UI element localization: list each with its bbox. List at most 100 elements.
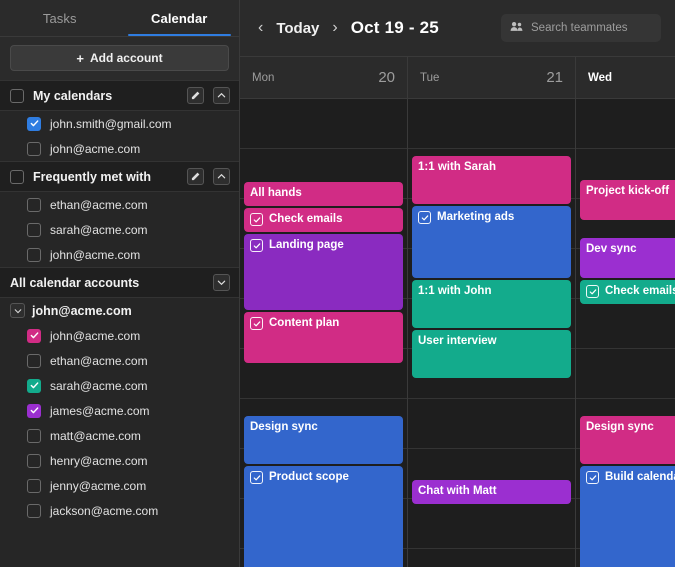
chevron-up-icon[interactable]: [213, 168, 230, 185]
account-checkbox[interactable]: [27, 197, 41, 212]
chevron-down-icon[interactable]: [213, 274, 230, 291]
day-column-wed: Wed Project kick-off Dev sync Check emai…: [576, 57, 675, 567]
calendar-event[interactable]: Dev sync: [580, 238, 675, 278]
account-checkbox[interactable]: [27, 353, 41, 368]
day-body-wed[interactable]: Project kick-off Dev sync Check emails D…: [576, 99, 675, 567]
chevron-down-icon[interactable]: [10, 303, 25, 318]
calendar-event[interactable]: Check emails: [244, 208, 403, 232]
calendar-event[interactable]: Product scope: [244, 466, 403, 567]
task-checkbox-icon[interactable]: [250, 239, 263, 252]
sidebar-account-james-acme[interactable]: james@acme.com: [0, 398, 239, 423]
calendar-event[interactable]: User interview: [412, 330, 571, 378]
account-checkbox[interactable]: [27, 403, 41, 418]
task-checkbox-icon[interactable]: [418, 211, 431, 224]
day-name: Mon: [252, 71, 275, 84]
calendar-event[interactable]: Build calendar feature: [580, 466, 675, 567]
calendar-event[interactable]: Marketing ads: [412, 206, 571, 278]
edit-pencil-icon[interactable]: [187, 87, 204, 104]
add-account-label: Add account: [89, 51, 163, 65]
account-checkbox[interactable]: [27, 116, 41, 131]
sidebar-account-john-acme[interactable]: john@acme.com: [0, 323, 239, 348]
edit-pencil-icon[interactable]: [187, 168, 204, 185]
group-title-my-calendars: My calendars: [33, 88, 113, 103]
sidebar-account-matt-acme[interactable]: matt@acme.com: [0, 423, 239, 448]
grid-line: [408, 448, 575, 449]
calendar-event[interactable]: Check emails: [580, 280, 675, 304]
group-checkbox-frequently-met-with[interactable]: [10, 169, 24, 184]
account-label: james@acme.com: [50, 403, 150, 418]
sidebar-account-henry-acme[interactable]: henry@acme.com: [0, 448, 239, 473]
task-checkbox-icon[interactable]: [586, 471, 599, 484]
account-checkbox[interactable]: [27, 378, 41, 393]
sidebar-account-john-freq[interactable]: john@acme.com: [0, 242, 239, 267]
sidebar-account-ethan-acme[interactable]: ethan@acme.com: [0, 348, 239, 373]
account-label: jackson@acme.com: [50, 503, 159, 518]
calendar-event[interactable]: Design sync: [580, 416, 675, 464]
grid-line: [576, 398, 675, 399]
account-checkbox[interactable]: [27, 247, 41, 262]
day-header-tue[interactable]: Tue 21: [408, 57, 575, 99]
event-title: Build calendar feature: [605, 471, 675, 483]
account-label: john@acme.com: [50, 247, 141, 262]
calendar-panel: ‹ Today › Oct 19 - 25 Search teammates M…: [240, 0, 675, 567]
account-checkbox[interactable]: [27, 222, 41, 237]
task-checkbox-icon[interactable]: [250, 471, 263, 484]
calendar-event[interactable]: Design sync: [244, 416, 403, 464]
chevron-up-icon[interactable]: [213, 87, 230, 104]
calendar-event[interactable]: All hands: [244, 182, 403, 206]
prev-week-button[interactable]: ‹: [258, 20, 263, 36]
group-title-frequently-met-with: Frequently met with: [33, 169, 152, 184]
calendar-event[interactable]: Landing page: [244, 234, 403, 310]
account-checkbox[interactable]: [27, 503, 41, 518]
day-header-mon[interactable]: Mon 20: [240, 57, 407, 99]
day-column-mon: Mon 20 All hands Check emails Landing pa…: [240, 57, 408, 567]
task-checkbox-icon[interactable]: [250, 317, 263, 330]
tab-tasks[interactable]: Tasks: [0, 0, 120, 36]
search-teammates-input[interactable]: Search teammates: [501, 14, 661, 42]
calendar-event[interactable]: Content plan: [244, 312, 403, 363]
calendar-event[interactable]: Chat with Matt: [412, 480, 571, 504]
add-account-button[interactable]: + Add account: [10, 45, 229, 71]
day-header-wed[interactable]: Wed: [576, 57, 675, 99]
account-checkbox[interactable]: [27, 428, 41, 443]
people-icon: [510, 19, 523, 37]
sidebar-account-sarah-freq[interactable]: sarah@acme.com: [0, 217, 239, 242]
today-button[interactable]: Today: [276, 20, 319, 37]
task-checkbox-icon[interactable]: [586, 285, 599, 298]
grid-line: [576, 348, 675, 349]
sidebar-list[interactable]: My calendars john.smith@gmail.com john@a…: [0, 80, 239, 567]
tab-calendar-label: Calendar: [151, 10, 208, 26]
sidebar-account-jackson-acme[interactable]: jackson@acme.com: [0, 498, 239, 523]
day-body-mon[interactable]: All hands Check emails Landing page Cont…: [240, 99, 407, 567]
calendar-event[interactable]: 1:1 with John: [412, 280, 571, 328]
add-account-container: + Add account: [0, 37, 239, 80]
group-checkbox-my-calendars[interactable]: [10, 88, 24, 103]
account-checkbox[interactable]: [27, 141, 41, 156]
sidebar-account-jenny-acme[interactable]: jenny@acme.com: [0, 473, 239, 498]
group-header-all-calendar-accounts[interactable]: All calendar accounts: [0, 267, 239, 298]
grid-line: [240, 148, 407, 149]
next-week-button[interactable]: ›: [332, 20, 337, 36]
day-body-tue[interactable]: 1:1 with Sarah Marketing ads 1:1 with Jo…: [408, 99, 575, 567]
task-checkbox-icon[interactable]: [250, 213, 263, 226]
account-label: matt@acme.com: [50, 428, 141, 443]
sidebar-account-john-smith-gmail[interactable]: john.smith@gmail.com: [0, 111, 239, 136]
account-label: ethan@acme.com: [50, 197, 148, 212]
sidebar-account-ethan-freq[interactable]: ethan@acme.com: [0, 192, 239, 217]
account-checkbox[interactable]: [27, 478, 41, 493]
account-checkbox[interactable]: [27, 453, 41, 468]
grid-line: [408, 148, 575, 149]
tab-calendar[interactable]: Calendar: [120, 0, 240, 36]
app-root: Tasks Calendar + Add account My calendar…: [0, 0, 675, 567]
event-title: User interview: [418, 335, 497, 347]
calendar-event[interactable]: Project kick-off: [580, 180, 675, 220]
group-header-frequently-met-with[interactable]: Frequently met with: [0, 161, 239, 192]
account-label: sarah@acme.com: [50, 222, 148, 237]
sidebar-account-sarah-acme[interactable]: sarah@acme.com: [0, 373, 239, 398]
account-checkbox[interactable]: [27, 328, 41, 343]
group-header-my-calendars[interactable]: My calendars: [0, 80, 239, 111]
search-placeholder: Search teammates: [531, 22, 628, 34]
sidebar-account-group-john-acme[interactable]: john@acme.com: [0, 298, 239, 323]
calendar-event[interactable]: 1:1 with Sarah: [412, 156, 571, 204]
sidebar-account-john-acme-my[interactable]: john@acme.com: [0, 136, 239, 161]
